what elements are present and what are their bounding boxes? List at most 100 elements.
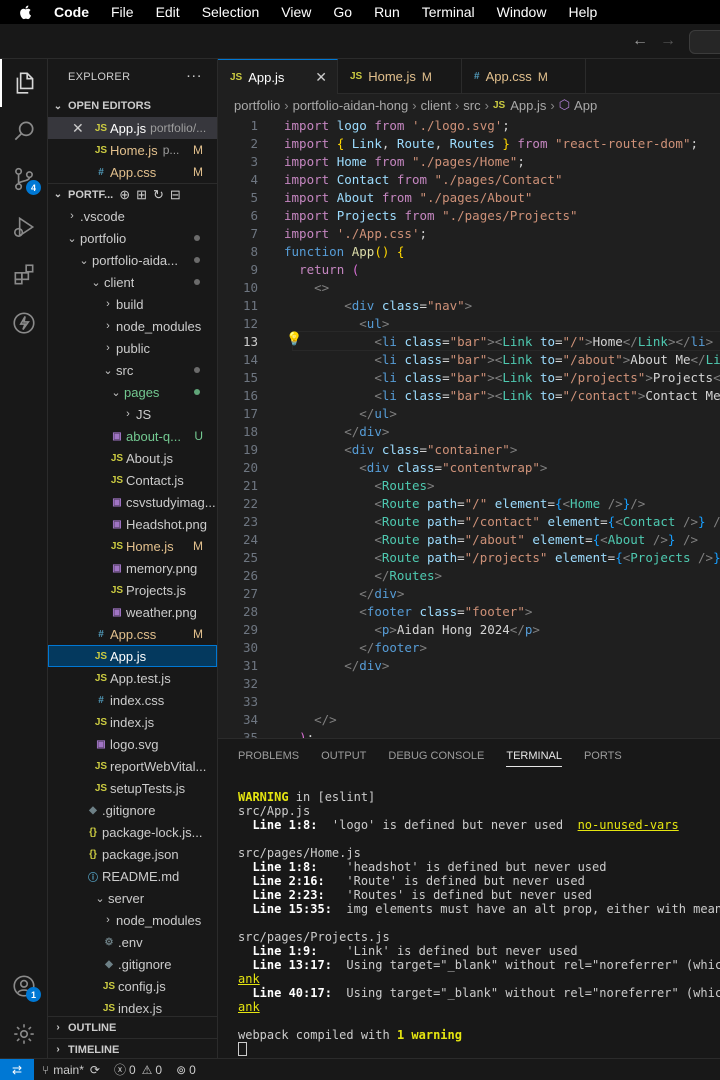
- breadcrumb-item[interactable]: client: [421, 98, 451, 113]
- tree-item[interactable]: JS App.js: [48, 645, 217, 667]
- tree-item[interactable]: › node_modules: [48, 315, 217, 337]
- extensions-activity[interactable]: [0, 251, 48, 299]
- apple-logo-icon[interactable]: [18, 4, 34, 20]
- tree-item[interactable]: ◆ .gitignore: [48, 953, 217, 975]
- tree-item[interactable]: JS Contact.js: [48, 469, 217, 491]
- code-line[interactable]: import logo from './logo.svg';: [284, 117, 510, 135]
- tree-item[interactable]: JS index.js: [48, 711, 217, 733]
- code-line[interactable]: <li class="bar"><Link to="/contact">Cont…: [284, 387, 720, 405]
- code-line[interactable]: <div class="nav">: [284, 297, 472, 315]
- menu-app-name[interactable]: Code: [54, 4, 89, 20]
- code-line[interactable]: <div class="container">: [284, 441, 517, 459]
- tree-item[interactable]: JS setupTests.js: [48, 777, 217, 799]
- tab-home-js[interactable]: JS Home.js M: [338, 59, 462, 94]
- run-debug-activity[interactable]: [0, 203, 48, 251]
- code-editor[interactable]: 💡 1 import logo from './logo.svg'; 2 import…: [218, 116, 720, 738]
- menu-terminal[interactable]: Terminal: [422, 4, 475, 20]
- code-line[interactable]: </>: [284, 711, 337, 729]
- code-line[interactable]: return (: [284, 261, 359, 279]
- error-count[interactable]: 0: [129, 1063, 136, 1077]
- tree-item[interactable]: JS reportWebVital...: [48, 755, 217, 777]
- tree-item[interactable]: ⌄ client: [48, 271, 217, 293]
- workspace-section[interactable]: ⌄ PORTF... ⊕⊞↻⊟: [48, 183, 217, 205]
- manage-activity[interactable]: [0, 1010, 48, 1058]
- source-control-activity[interactable]: 4: [0, 155, 48, 203]
- tree-item[interactable]: ◆ .gitignore: [48, 799, 217, 821]
- remote-activity[interactable]: [0, 299, 48, 347]
- code-line[interactable]: import './App.css';: [284, 225, 427, 243]
- tree-item[interactable]: JS Home.js M: [48, 535, 217, 557]
- menu-view[interactable]: View: [281, 4, 311, 20]
- breadcrumb-item[interactable]: portfolio-aidan-hong: [293, 98, 409, 113]
- tree-item[interactable]: ⓘ README.md: [48, 865, 217, 887]
- tree-item[interactable]: JS Projects.js: [48, 579, 217, 601]
- tree-item[interactable]: {} package.json: [48, 843, 217, 865]
- menu-edit[interactable]: Edit: [156, 4, 180, 20]
- tree-item[interactable]: ⌄ server: [48, 887, 217, 909]
- open-editor-item[interactable]: ✕ JS App.js portfolio/...: [48, 117, 217, 139]
- tree-item[interactable]: JS config.js: [48, 975, 217, 997]
- code-line[interactable]: <Route path="/" element={<Home />}/>: [284, 495, 645, 513]
- code-line[interactable]: <p>Aidan Hong 2024</p>: [284, 621, 540, 639]
- forward-arrow-icon[interactable]: →: [660, 32, 678, 50]
- command-center[interactable]: [689, 30, 720, 54]
- code-line[interactable]: </ul>: [284, 405, 397, 423]
- tree-item[interactable]: › public: [48, 337, 217, 359]
- code-line[interactable]: <Route path="/projects" element={<Projec…: [284, 549, 720, 567]
- tree-item[interactable]: ▣ about-q... U: [48, 425, 217, 447]
- code-line[interactable]: <Route path="/contact" element={<Contact…: [284, 513, 720, 531]
- tree-item[interactable]: › node_modules: [48, 909, 217, 931]
- open-editors-section[interactable]: ⌄ OPEN EDITORS: [48, 95, 217, 117]
- code-line[interactable]: </Routes>: [284, 567, 442, 585]
- open-editor-item[interactable]: JS Home.js p... M: [48, 139, 217, 161]
- tree-item[interactable]: {} package-lock.js...: [48, 821, 217, 843]
- code-line[interactable]: <li class="bar"><Link to="/">Home</Link>…: [284, 333, 713, 351]
- code-line[interactable]: <>: [284, 279, 329, 297]
- tree-item[interactable]: ▣ Headshot.png: [48, 513, 217, 535]
- tree-item[interactable]: ▣ csvstudyimag...: [48, 491, 217, 513]
- tree-item[interactable]: # index.css: [48, 689, 217, 711]
- code-line[interactable]: import Contact from "./pages/Contact": [284, 171, 562, 189]
- tree-item[interactable]: › JS: [48, 403, 217, 425]
- open-editor-item[interactable]: # App.css M: [48, 161, 217, 183]
- code-line[interactable]: </footer>: [284, 639, 427, 657]
- close-icon[interactable]: ✕: [72, 120, 92, 137]
- menu-run[interactable]: Run: [374, 4, 400, 20]
- search-activity[interactable]: [0, 107, 48, 155]
- tree-item[interactable]: ⌄ src: [48, 359, 217, 381]
- branch-name[interactable]: main*: [53, 1063, 84, 1077]
- tree-item[interactable]: ⌄ portfolio-aida...: [48, 249, 217, 271]
- tree-item[interactable]: ▣ memory.png: [48, 557, 217, 579]
- tree-item[interactable]: ⌄ portfolio: [48, 227, 217, 249]
- code-line[interactable]: <Routes>: [284, 477, 434, 495]
- warning-count[interactable]: 0: [155, 1063, 162, 1077]
- explorer-activity[interactable]: [0, 59, 48, 107]
- terminal-output[interactable]: WARNING in [eslint] src/App.js Line 1:8:…: [218, 739, 720, 1058]
- code-line[interactable]: import Home from "./pages/Home";: [284, 153, 525, 171]
- menu-selection[interactable]: Selection: [202, 4, 260, 20]
- menu-help[interactable]: Help: [568, 4, 597, 20]
- code-line[interactable]: </div>: [284, 423, 389, 441]
- outline-section[interactable]: › OUTLINE: [48, 1016, 217, 1038]
- sync-icon[interactable]: ⟳: [90, 1063, 100, 1077]
- close-icon[interactable]: ✕: [315, 69, 327, 86]
- accounts-activity[interactable]: 1: [0, 962, 48, 1010]
- tree-item[interactable]: ▣ logo.svg: [48, 733, 217, 755]
- code-line[interactable]: import About from "./pages/About": [284, 189, 532, 207]
- back-arrow-icon[interactable]: ←: [632, 32, 650, 50]
- code-line[interactable]: );: [284, 729, 314, 738]
- timeline-section[interactable]: › TIMELINE: [48, 1038, 217, 1058]
- tree-item[interactable]: ⌄ pages: [48, 381, 217, 403]
- code-line[interactable]: <div class="contentwrap">: [284, 459, 547, 477]
- tree-item[interactable]: ▣ weather.png: [48, 601, 217, 623]
- tree-item[interactable]: JS About.js: [48, 447, 217, 469]
- breadcrumb-item[interactable]: App: [574, 98, 597, 113]
- tab-app-js[interactable]: JS App.js ✕: [218, 59, 338, 94]
- more-actions-icon[interactable]: ···: [186, 67, 202, 84]
- code-line[interactable]: <footer class="footer">: [284, 603, 532, 621]
- workspace-action-icons[interactable]: ⊕⊞↻⊟: [119, 187, 187, 203]
- code-line[interactable]: </div>: [284, 585, 404, 603]
- breadcrumb-item[interactable]: src: [463, 98, 480, 113]
- code-line[interactable]: function App() {: [284, 243, 404, 261]
- code-line[interactable]: </div>: [284, 657, 389, 675]
